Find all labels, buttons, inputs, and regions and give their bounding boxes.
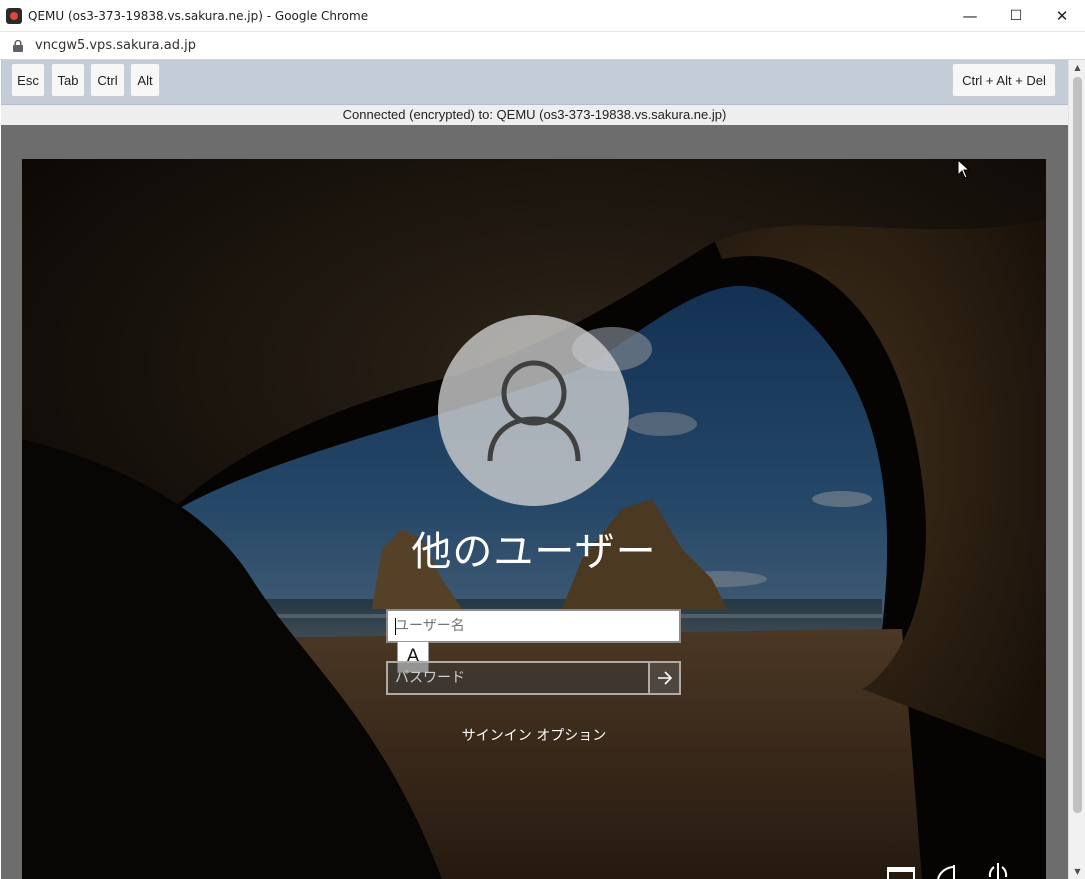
vnc-viewport: Esc Tab Ctrl Alt Ctrl + Alt + Del Connec… (1, 60, 1068, 879)
network-icon[interactable] (886, 857, 916, 879)
user-icon (487, 360, 580, 461)
user-title: 他のユーザー (411, 529, 657, 575)
arrow-right-icon (657, 671, 672, 685)
lock-icon (13, 39, 25, 53)
chrome-app-icon (6, 7, 22, 24)
connection-status: Connected (encrypted) to: QEMU (os3-373-… (1, 105, 1068, 125)
mouse-pointer-icon (957, 159, 971, 179)
text-caret (395, 618, 396, 635)
power-icon[interactable] (984, 857, 1012, 879)
submit-arrow-button[interactable] (648, 661, 681, 695)
close-button[interactable]: ✕ (1039, 0, 1085, 31)
esc-button[interactable]: Esc (11, 63, 45, 97)
scrollbar-thumb[interactable] (1073, 77, 1082, 813)
minimize-button[interactable]: — (947, 0, 993, 31)
title-bar: QEMU (os3-373-19838.vs.sakura.ne.jp) - G… (0, 0, 1085, 32)
tab-button[interactable]: Tab (51, 63, 85, 97)
window-controls: — ☐ ✕ (947, 0, 1085, 31)
alt-button[interactable]: Alt (130, 63, 160, 97)
accessibility-icon[interactable] (934, 857, 968, 879)
vnc-toolbar: Esc Tab Ctrl Alt Ctrl + Alt + Del (1, 60, 1068, 105)
username-field[interactable] (386, 609, 681, 643)
scroll-up-icon[interactable]: ▲ (1069, 60, 1085, 75)
maximize-button[interactable]: ☐ (993, 0, 1039, 31)
remote-screen[interactable]: 他のユーザー A サインイン オプション (22, 159, 1046, 879)
vertical-scrollbar[interactable]: ▲ ▼ (1068, 60, 1085, 879)
user-avatar (438, 315, 629, 506)
window-title: QEMU (os3-373-19838.vs.sakura.ne.jp) - G… (28, 8, 369, 23)
signin-options-link[interactable]: サインイン オプション (22, 725, 1046, 745)
scroll-down-icon[interactable]: ▼ (1069, 864, 1085, 879)
address-bar[interactable]: vncgw5.vps.sakura.ad.jp (0, 32, 1085, 60)
ctrl-alt-del-button[interactable]: Ctrl + Alt + Del (952, 63, 1056, 97)
url-text: vncgw5.vps.sakura.ad.jp (35, 38, 196, 53)
ctrl-button[interactable]: Ctrl (90, 63, 125, 97)
password-field[interactable] (386, 661, 648, 695)
